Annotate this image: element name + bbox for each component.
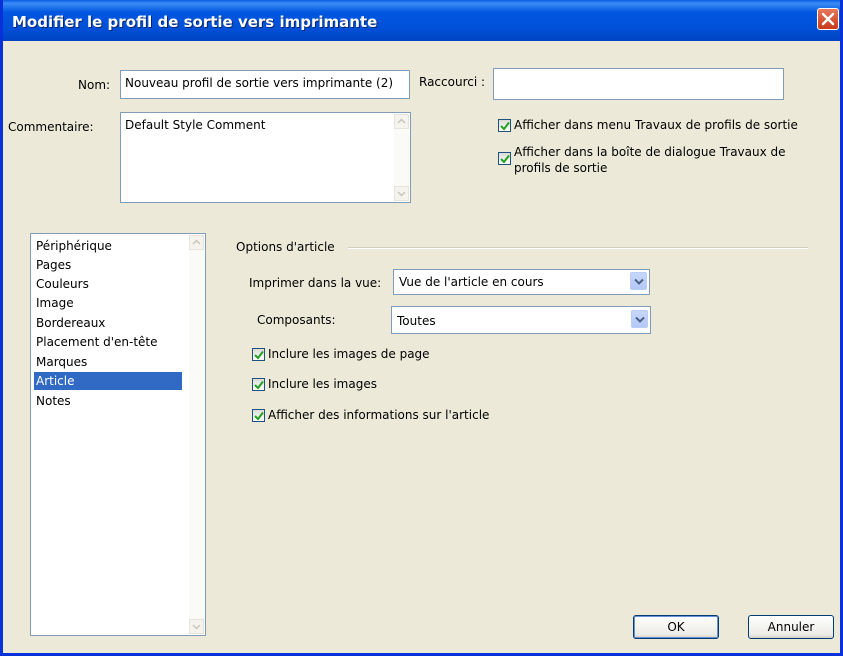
- close-button[interactable]: [817, 8, 839, 30]
- include-page-images-checkbox[interactable]: [252, 348, 265, 361]
- checkmark-icon: [500, 154, 510, 164]
- comment-label: Commentaire:: [8, 120, 94, 134]
- include-images-checkbox[interactable]: [252, 378, 265, 391]
- show-article-info-label[interactable]: Afficher des informations sur l'article: [268, 408, 489, 422]
- group-title: Options d'article: [236, 240, 335, 254]
- list-item-article[interactable]: Article: [34, 372, 182, 390]
- scroll-up-icon[interactable]: [189, 235, 204, 250]
- show-in-dialog-label-line1[interactable]: Afficher dans la boîte de dialogue Trava…: [514, 145, 786, 159]
- include-images-label[interactable]: Inclure les images: [268, 377, 377, 391]
- shortcut-input[interactable]: [493, 68, 784, 100]
- checkmark-icon: [254, 411, 264, 421]
- comment-scrollbar[interactable]: [394, 114, 409, 201]
- chevron-down-icon: [635, 316, 645, 323]
- list-item-image[interactable]: Image: [34, 294, 74, 312]
- print-view-select[interactable]: Vue de l'article en cours: [393, 269, 650, 295]
- cancel-button[interactable]: Annuler: [748, 615, 834, 639]
- show-article-info-checkbox[interactable]: [252, 409, 265, 422]
- dialog-window: Modifier le profil de sortie vers imprim…: [0, 0, 843, 656]
- checkmark-icon: [254, 380, 264, 390]
- name-value: Nouveau profil de sortie vers imprimante…: [125, 76, 394, 90]
- print-view-value: Vue de l'article en cours: [399, 275, 544, 289]
- dropdown-button[interactable]: [631, 310, 648, 328]
- show-in-dialog-label-line2[interactable]: profils de sortie: [514, 161, 607, 175]
- show-in-dialog-checkbox[interactable]: [498, 152, 511, 165]
- close-icon: [821, 12, 835, 26]
- window-title: Modifier le profil de sortie vers imprim…: [12, 13, 378, 31]
- scroll-down-icon[interactable]: [189, 619, 204, 634]
- group-divider: [348, 247, 808, 249]
- name-label: Nom:: [78, 78, 111, 92]
- list-item-bordereaux[interactable]: Bordereaux: [34, 314, 105, 332]
- list-item-notes[interactable]: Notes: [34, 392, 71, 410]
- name-input[interactable]: Nouveau profil de sortie vers imprimante…: [120, 70, 410, 99]
- category-list[interactable]: Périphérique Pages Couleurs Image Border…: [30, 233, 206, 636]
- components-value: Toutes: [397, 314, 436, 328]
- include-page-images-label[interactable]: Inclure les images de page: [268, 347, 430, 361]
- show-in-menu-checkbox[interactable]: [498, 119, 511, 132]
- print-view-label: Imprimer dans la vue:: [249, 276, 382, 290]
- comment-textarea[interactable]: Default Style Comment: [120, 112, 411, 203]
- list-item-couleurs[interactable]: Couleurs: [34, 275, 89, 293]
- checkmark-icon: [254, 350, 264, 360]
- dropdown-button[interactable]: [630, 272, 647, 290]
- list-scrollbar[interactable]: [189, 235, 204, 634]
- show-in-menu-label[interactable]: Afficher dans menu Travaux de profils de…: [514, 118, 798, 132]
- list-item-peripherique[interactable]: Périphérique: [34, 237, 112, 255]
- list-item-pages[interactable]: Pages: [34, 256, 71, 274]
- scroll-up-icon[interactable]: [394, 114, 409, 129]
- scroll-down-icon[interactable]: [394, 186, 409, 201]
- shortcut-label: Raccourci :: [419, 75, 486, 89]
- list-item-placement-en-tete[interactable]: Placement d'en-tête: [34, 333, 158, 351]
- title-bar[interactable]: Modifier le profil de sortie vers imprim…: [3, 0, 840, 41]
- ok-button[interactable]: OK: [633, 615, 719, 639]
- list-item-marques[interactable]: Marques: [34, 353, 87, 371]
- comment-value: Default Style Comment: [125, 118, 266, 132]
- chevron-down-icon: [634, 278, 644, 285]
- checkmark-icon: [500, 121, 510, 131]
- components-select[interactable]: Toutes: [391, 306, 651, 334]
- components-label: Composants:: [257, 313, 336, 327]
